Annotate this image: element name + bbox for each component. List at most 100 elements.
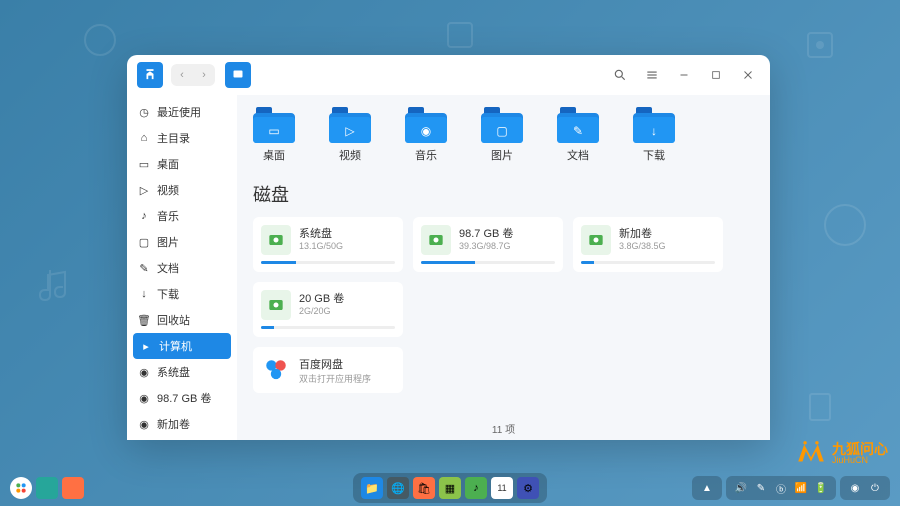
disk-progress <box>421 261 555 264</box>
sidebar-icon: ◷ <box>137 105 151 119</box>
sidebar-label: 文档 <box>157 260 179 276</box>
sidebar-label: 视频 <box>157 182 179 198</box>
sidebar-icon: ✎ <box>137 261 151 275</box>
disk-icon <box>261 290 291 320</box>
tray-battery[interactable]: 🔋 <box>812 479 830 497</box>
folder-文档[interactable]: ✎文档 <box>557 107 599 163</box>
sidebar-item-13[interactable]: ◉20 GB 卷 <box>127 437 237 440</box>
sidebar-icon: ⌂ <box>137 131 151 145</box>
folder-视频[interactable]: ▷ 视频 <box>329 107 371 163</box>
taskbar-app-2[interactable] <box>62 477 84 499</box>
sidebar-label: 音乐 <box>157 208 179 224</box>
taskbar-app-1[interactable] <box>36 477 58 499</box>
tray-bluetooth[interactable]: ⓑ <box>772 479 790 497</box>
disk-name: 20 GB 卷 <box>299 290 395 306</box>
tray-notification[interactable]: ◉ <box>846 479 864 497</box>
dock-files[interactable]: 📁 <box>361 477 383 499</box>
titlebar: ‹ › <box>127 55 770 95</box>
sidebar-item-6[interactable]: ✎ 文档 <box>127 255 237 281</box>
sidebar-icon: ▸ <box>139 339 153 353</box>
sidebar-icon: ♪ <box>137 209 151 223</box>
folder-下载[interactable]: ↓下载 <box>633 107 675 163</box>
folder-icon: ✎ <box>557 107 599 143</box>
sidebar-label: 下载 <box>157 286 179 302</box>
disk-size: 3.8G/38.5G <box>619 241 715 251</box>
disk-size: 13.1G/50G <box>299 241 395 251</box>
sidebar-icon: ▷ <box>137 183 151 197</box>
disk-progress <box>261 261 395 264</box>
disk-name: 系统盘 <box>299 225 395 241</box>
sidebar-item-1[interactable]: ⌂主目录 <box>127 125 237 151</box>
view-tab[interactable] <box>225 62 251 88</box>
disk-size: 39.3G/98.7G <box>459 241 555 251</box>
tray-power[interactable]: ⏻ <box>866 479 884 497</box>
sidebar-label: 98.7 GB 卷 <box>157 390 211 406</box>
tray-network[interactable]: 📶 <box>792 479 810 497</box>
tray-input[interactable]: ✎ <box>752 479 770 497</box>
sidebar-label: 回收站 <box>157 312 190 328</box>
folder-桌面[interactable]: ▭桌面 <box>253 107 295 163</box>
dock-settings[interactable]: ⚙ <box>517 477 539 499</box>
tray-volume[interactable]: 🔊 <box>732 479 750 497</box>
tray-expand[interactable]: ▲ <box>698 479 716 497</box>
folder-icon: ▢ <box>481 107 523 143</box>
sidebar-label: 图片 <box>157 234 179 250</box>
search-button[interactable] <box>608 63 632 87</box>
sidebar-label: 计算机 <box>159 338 192 354</box>
folder-icon: ▷ <box>329 107 371 143</box>
forward-button[interactable]: › <box>193 64 215 86</box>
sidebar-item-10[interactable]: ◉ 系统盘 <box>127 359 237 385</box>
watermark-cn: 九狐问心 <box>832 442 888 456</box>
sidebar-icon: ◉ <box>137 391 151 405</box>
folder-icon: ◉ <box>405 107 447 143</box>
folder-图片[interactable]: ▢ 图片 <box>481 107 523 163</box>
sidebar-item-12[interactable]: ◉新加卷 <box>127 411 237 437</box>
dock-store[interactable]: 🛍 <box>413 477 435 499</box>
minimize-button[interactable] <box>672 63 696 87</box>
disk-size: 2G/20G <box>299 306 395 316</box>
watermark: 九狐问心 JiuHuCN <box>794 436 888 470</box>
disk-3[interactable]: 20 GB 卷2G/20G <box>253 282 403 337</box>
sidebar-item-4[interactable]: ♪ 音乐 <box>127 203 237 229</box>
disk-2[interactable]: 新加卷3.8G/38.5G <box>573 217 723 272</box>
folder-音乐[interactable]: ◉音乐 <box>405 107 447 163</box>
back-button[interactable]: ‹ <box>171 64 193 86</box>
dock-calendar[interactable]: 11 <box>491 477 513 499</box>
dock-app1[interactable]: ▦ <box>439 477 461 499</box>
sidebar-item-2[interactable]: ▭桌面 <box>127 151 237 177</box>
nav-buttons: ‹ › <box>171 64 215 86</box>
sidebar: ◷最近使用⌂主目录▭桌面▷视频♪音乐▢图片✎文档↓下载🗑回收站▸计算机◉系统盘◉… <box>127 95 237 440</box>
maximize-button[interactable] <box>704 63 728 87</box>
watermark-logo <box>794 436 828 470</box>
disk-icon <box>261 225 291 255</box>
sidebar-item-3[interactable]: ▷ 视频 <box>127 177 237 203</box>
sidebar-item-7[interactable]: ↓ 下载 <box>127 281 237 307</box>
folder-label: 视频 <box>339 147 361 163</box>
watermark-en: JiuHuCN <box>832 456 888 465</box>
sidebar-label: 最近使用 <box>157 104 201 120</box>
home-button[interactable] <box>137 62 163 88</box>
menu-button[interactable] <box>640 63 664 87</box>
sidebar-item-9[interactable]: ▸ 计算机 <box>133 333 231 359</box>
disk-progress <box>581 261 715 264</box>
launcher-icon[interactable] <box>10 477 32 499</box>
sidebar-label: 系统盘 <box>157 364 190 380</box>
sidebar-item-11[interactable]: ◉ 98.7 GB 卷 <box>127 385 237 411</box>
folder-icon: ↓ <box>633 107 675 143</box>
sidebar-icon: ◉ <box>137 365 151 379</box>
disk-section-header: 磁盘 <box>253 181 754 207</box>
sidebar-icon: ↓ <box>137 287 151 301</box>
sidebar-item-8[interactable]: 🗑回收站 <box>127 307 237 333</box>
disk-0[interactable]: 系统盘13.1G/50G <box>253 217 403 272</box>
dock-browser[interactable]: 🌐 <box>387 477 409 499</box>
baidu-icon <box>261 355 291 385</box>
folder-label: 图片 <box>491 147 513 163</box>
main-content: ▭桌面▷视频◉音乐▢图片✎文档↓下载 磁盘 系统盘13.1G/50G98.7 G… <box>237 95 770 440</box>
disk-1[interactable]: 98.7 GB 卷39.3G/98.7G <box>413 217 563 272</box>
app-name: 百度网盘 <box>299 356 395 372</box>
sidebar-item-5[interactable]: ▢图片 <box>127 229 237 255</box>
close-button[interactable] <box>736 63 760 87</box>
dock-music[interactable]: ♪ <box>465 477 487 499</box>
app-baidu-netdisk[interactable]: 百度网盘 双击打开应用程序 <box>253 347 403 393</box>
sidebar-item-0[interactable]: ◷ 最近使用 <box>127 99 237 125</box>
